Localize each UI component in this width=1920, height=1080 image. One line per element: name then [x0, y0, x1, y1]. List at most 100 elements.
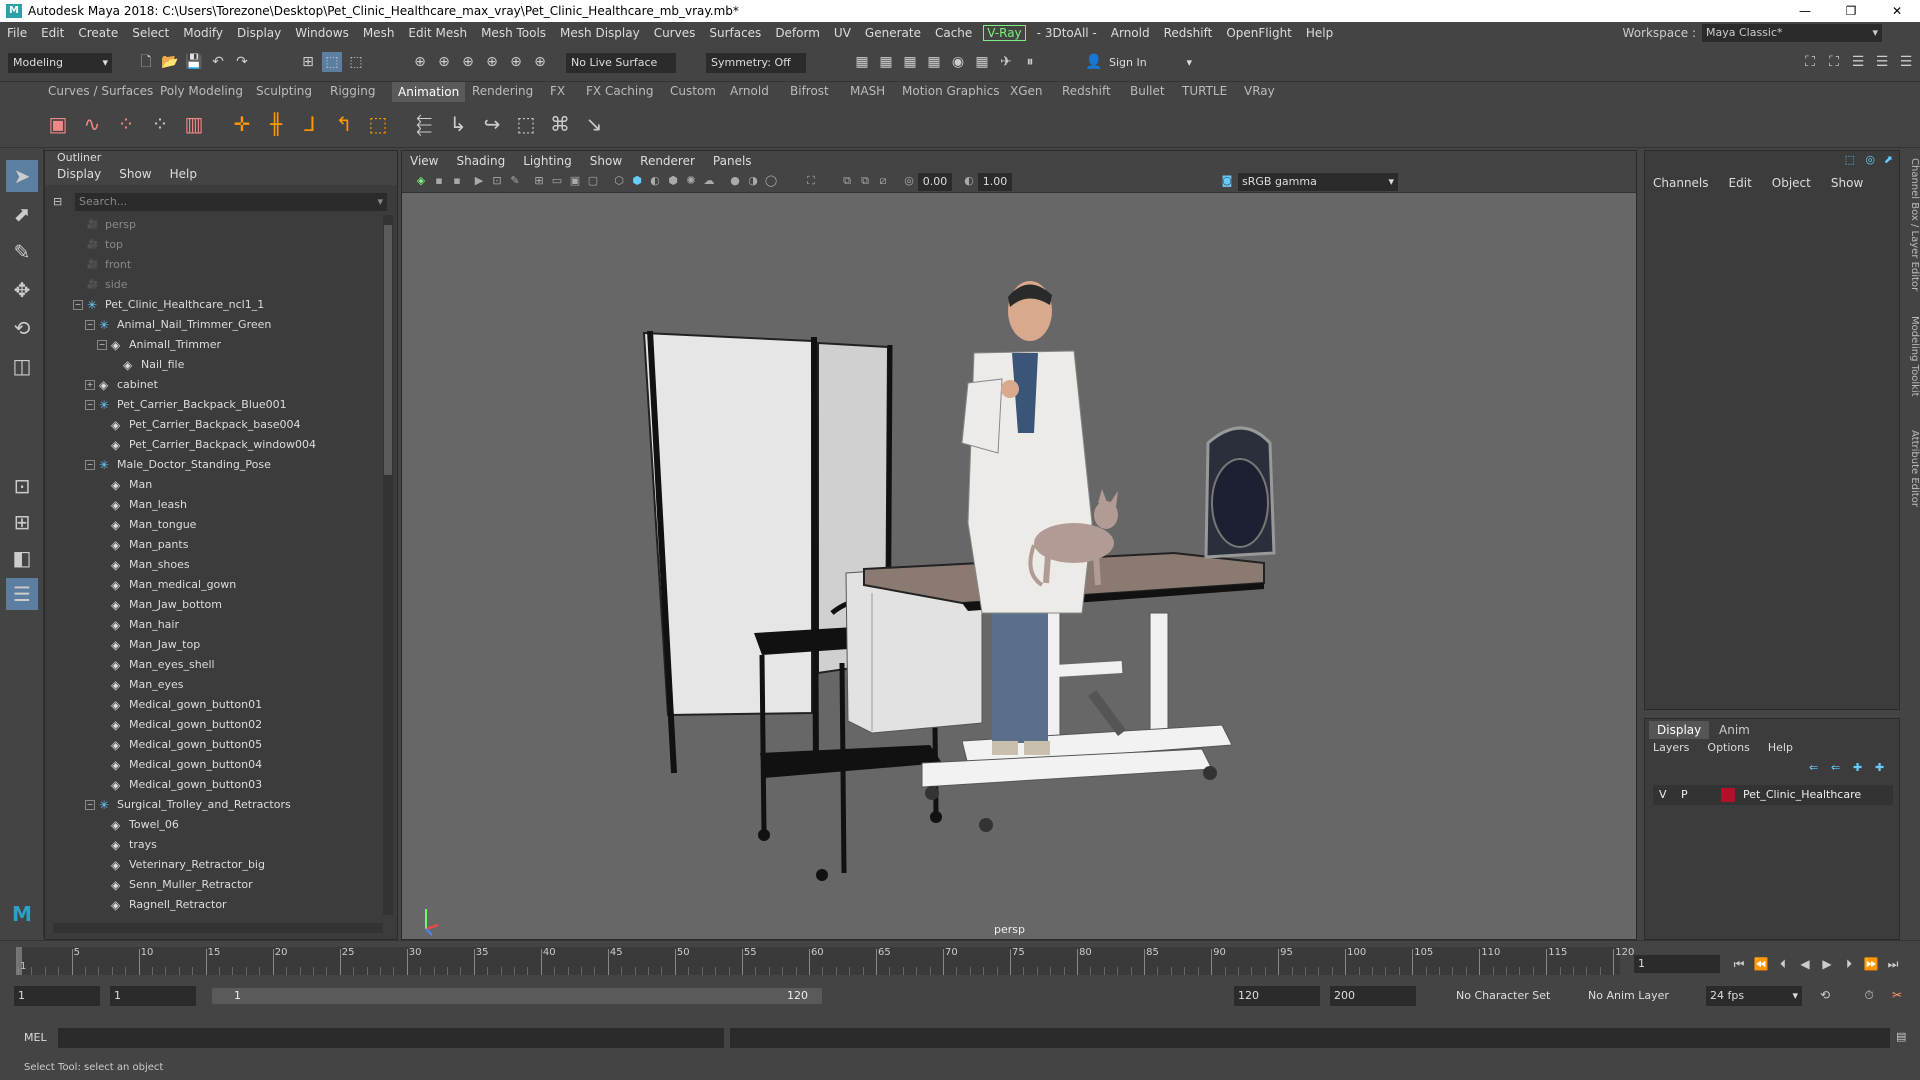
workspace-dropdown[interactable]: Maya Classic* ▾: [1702, 24, 1882, 42]
outliner-item[interactable]: 🎥 top: [45, 235, 381, 255]
outliner-item[interactable]: ◈ Man_hair: [45, 615, 381, 635]
collapse-toggle[interactable]: −: [85, 800, 95, 810]
tool-toggle-icon[interactable]: ⬈: [1884, 153, 1893, 166]
outliner-item[interactable]: ◈ Ragnell_Retractor: [45, 895, 381, 915]
ik-spline-icon[interactable]: ⅃: [296, 110, 324, 138]
gate-mask-icon[interactable]: ▢: [586, 174, 600, 188]
play-forwards-icon[interactable]: ▶: [1818, 955, 1836, 973]
outliner-item[interactable]: ◈ Pet_Carrier_Backpack_window004: [45, 435, 381, 455]
outliner-item[interactable]: ◈ Man_leash: [45, 495, 381, 515]
motion-blur-icon[interactable]: ◑: [746, 174, 760, 188]
pet-carrier-backpack[interactable]: [1204, 426, 1276, 559]
layer-name[interactable]: Pet_Clinic_Healthcare: [1743, 785, 1861, 805]
viewport-menu-show[interactable]: Show: [590, 151, 622, 171]
film-gate-icon[interactable]: ▭: [550, 174, 564, 188]
shelf-tab-bifrost[interactable]: Bifrost: [790, 84, 829, 98]
outliner-item[interactable]: ◈ Veterinary_Retractor_big: [45, 855, 381, 875]
outliner-menu-help[interactable]: Help: [170, 167, 197, 185]
outliner-item[interactable]: − ✳ Animal_Nail_Trimmer_Green: [45, 315, 381, 335]
expand-toggle[interactable]: +: [85, 380, 95, 390]
outliner-scrollbar[interactable]: [383, 215, 393, 915]
redo-icon[interactable]: ↷: [232, 52, 252, 72]
outliner-item[interactable]: 🎥 side: [45, 275, 381, 295]
collapse-toggle[interactable]: −: [85, 320, 95, 330]
outliner-item[interactable]: ◈ Medical_gown_button01: [45, 695, 381, 715]
outliner-hscrollbar[interactable]: [53, 923, 383, 933]
menu-3dtoall[interactable]: - 3DtoAll -: [1030, 26, 1104, 40]
outliner-search-input[interactable]: Search... ▾: [75, 193, 387, 211]
mel-input[interactable]: [58, 1028, 724, 1048]
save-scene-icon[interactable]: 💾: [184, 52, 204, 72]
render-setup-icon[interactable]: ▦: [972, 52, 992, 72]
step-forward-key-icon[interactable]: ⏩: [1862, 955, 1880, 973]
shadows-icon[interactable]: ☁: [702, 174, 716, 188]
camera-select-icon[interactable]: ◈: [414, 174, 428, 188]
channel-menu-show[interactable]: Show: [1831, 173, 1863, 193]
open-scene-icon[interactable]: 📂: [160, 52, 180, 72]
menu-uv[interactable]: UV: [827, 26, 858, 40]
light-editor-icon[interactable]: ✈: [996, 52, 1016, 72]
current-frame-field[interactable]: 1: [1634, 955, 1720, 973]
side-tab-attribute-editor[interactable]: Attribute Editor: [1903, 430, 1920, 507]
collapse-toggle[interactable]: −: [73, 300, 83, 310]
shelf-tab-motion-graphics[interactable]: Motion Graphics: [902, 84, 1000, 98]
outliner-item[interactable]: ◈ Man_Jaw_bottom: [45, 595, 381, 615]
shelf-tab-fx[interactable]: FX: [550, 84, 565, 98]
timeline-playhead[interactable]: [16, 947, 22, 975]
menu-windows[interactable]: Windows: [288, 26, 356, 40]
viewport-menu-renderer[interactable]: Renderer: [640, 151, 695, 171]
menu-display[interactable]: Display: [230, 26, 288, 40]
outliner-item[interactable]: ◈ Man_shoes: [45, 555, 381, 575]
ghost-icon[interactable]: ⁘: [112, 110, 140, 138]
bend-icon[interactable]: ↪: [478, 110, 506, 138]
loop-icon[interactable]: ⟲: [1816, 986, 1834, 1004]
channel-menu-channels[interactable]: Channels: [1653, 173, 1709, 193]
image-plane-icon[interactable]: ▶: [472, 174, 486, 188]
select-arrow-icon[interactable]: ➤: [6, 160, 38, 192]
attribute-toggle-icon[interactable]: ◎: [1865, 153, 1875, 166]
character-controls-icon[interactable]: ⛶: [1824, 52, 1844, 72]
lasso-icon[interactable]: ⬈: [6, 198, 38, 230]
menu-edit[interactable]: Edit: [34, 26, 71, 40]
shelf-tab-bullet[interactable]: Bullet: [1130, 84, 1165, 98]
outliner-item[interactable]: − ✳ Pet_Carrier_Backpack_Blue001: [45, 395, 381, 415]
new-layer-selected-icon[interactable]: ✚: [1875, 761, 1884, 774]
layer-color-swatch[interactable]: [1721, 788, 1735, 802]
scrollbar-thumb[interactable]: [384, 225, 392, 475]
playback-start-field[interactable]: 1: [110, 986, 196, 1006]
menu-mesh-tools[interactable]: Mesh Tools: [474, 26, 553, 40]
live-surface-field[interactable]: No Live Surface: [566, 53, 676, 73]
outliner-item[interactable]: ◈ Towel_06: [45, 815, 381, 835]
four-view-icon[interactable]: ⊞: [6, 506, 38, 538]
render-settings-icon[interactable]: ▦: [924, 52, 944, 72]
outliner-item[interactable]: ◈ Medical_gown_button03: [45, 775, 381, 795]
outliner-menu-show[interactable]: Show: [119, 167, 151, 185]
filter-icon[interactable]: ⊟: [53, 195, 62, 208]
gamma-icon[interactable]: ◐: [962, 174, 976, 188]
viewport-menu-panels[interactable]: Panels: [713, 151, 752, 171]
layer-menu-layers[interactable]: Layers: [1653, 741, 1689, 754]
anim-end-field[interactable]: 200: [1330, 986, 1416, 1006]
step-back-key-icon[interactable]: ⏪: [1752, 955, 1770, 973]
outliner-item[interactable]: − ✳ Surgical_Trolley_and_Retractors: [45, 795, 381, 815]
menu-deform[interactable]: Deform: [768, 26, 827, 40]
lighting-icon[interactable]: ✺: [684, 174, 698, 188]
grease-pencil-icon[interactable]: ✎: [508, 174, 522, 188]
fps-dropdown[interactable]: 24 fps ▾: [1706, 986, 1802, 1006]
2d-pan-icon[interactable]: ⊡: [490, 174, 504, 188]
menu-set-dropdown[interactable]: Modeling ▾: [8, 53, 112, 73]
attribute-editor-icon[interactable]: ☰: [1848, 52, 1868, 72]
menu-cache[interactable]: Cache: [928, 26, 979, 40]
playblast-icon[interactable]: ▣: [44, 110, 72, 138]
wireframe-icon[interactable]: ⬡: [612, 174, 626, 188]
pause-viewport-icon[interactable]: ⏸: [1020, 52, 1040, 72]
snap-view-icon[interactable]: ⊕: [482, 52, 502, 72]
render-view-icon[interactable]: ▦: [852, 52, 872, 72]
xray-icon[interactable]: ⧉: [840, 174, 854, 188]
menu-file[interactable]: File: [0, 26, 34, 40]
motion-trail-icon[interactable]: ∿: [78, 110, 106, 138]
anti-aliasing-icon[interactable]: ◯: [764, 174, 778, 188]
layer-playback-toggle[interactable]: P: [1681, 785, 1688, 805]
outliner-menu-display[interactable]: Display: [57, 167, 101, 185]
menu-openflight[interactable]: OpenFlight: [1219, 26, 1299, 40]
